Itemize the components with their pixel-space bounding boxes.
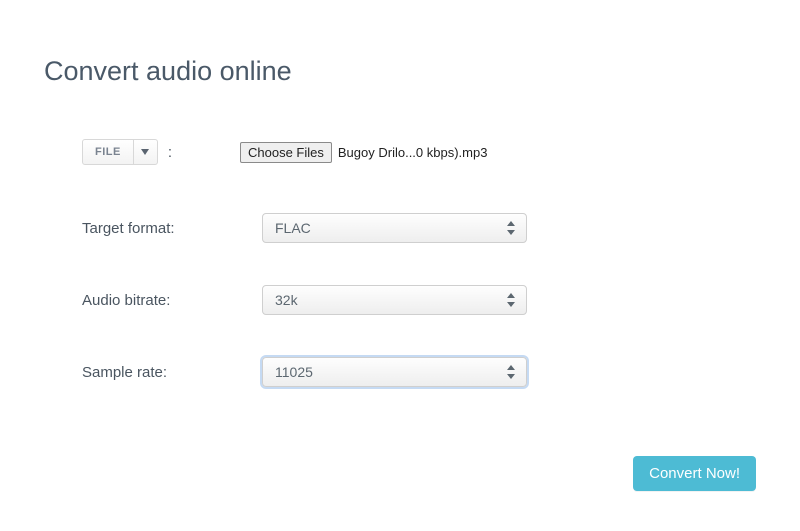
select-arrows-icon: [506, 293, 516, 307]
sample-rate-label: Sample rate:: [82, 364, 262, 381]
sample-rate-row: Sample rate: 11025: [82, 357, 756, 387]
file-row: FILE : Choose Files Bugoy Drilo...0 kbps…: [82, 139, 756, 165]
file-source-button[interactable]: FILE: [83, 140, 133, 164]
select-arrows-icon: [506, 221, 516, 235]
file-source-dropdown-toggle[interactable]: [133, 140, 157, 164]
convert-now-button[interactable]: Convert Now!: [633, 456, 756, 491]
sample-rate-value: 11025: [275, 364, 313, 380]
file-source-button-group: FILE: [82, 139, 158, 165]
choose-files-button[interactable]: Choose Files: [240, 142, 332, 163]
select-arrows-icon: [506, 365, 516, 379]
audio-bitrate-select-wrap: 32k: [262, 285, 527, 315]
sample-rate-select[interactable]: 11025: [262, 357, 527, 387]
caret-down-icon: [141, 149, 149, 155]
audio-bitrate-value: 32k: [275, 292, 298, 308]
page-title: Convert audio online: [44, 56, 756, 87]
sample-rate-select-wrap: 11025: [262, 357, 527, 387]
audio-bitrate-row: Audio bitrate: 32k: [82, 285, 756, 315]
audio-bitrate-select[interactable]: 32k: [262, 285, 527, 315]
target-format-select[interactable]: FLAC: [262, 213, 527, 243]
file-colon: :: [168, 144, 172, 161]
chosen-file-name: Bugoy Drilo...0 kbps).mp3: [338, 145, 488, 160]
target-format-label: Target format:: [82, 220, 262, 237]
target-format-row: Target format: FLAC: [82, 213, 756, 243]
target-format-select-wrap: FLAC: [262, 213, 527, 243]
target-format-value: FLAC: [275, 220, 311, 236]
audio-bitrate-label: Audio bitrate:: [82, 292, 262, 309]
